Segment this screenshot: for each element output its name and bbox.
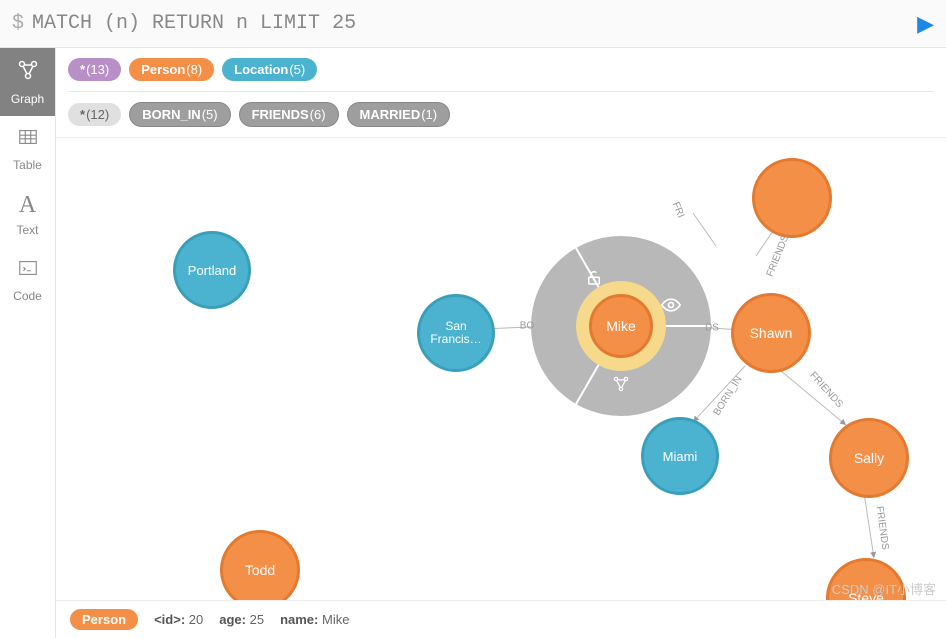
edge-label-friends-top: FRIENDS [765,234,792,279]
edge-label-bo: BO [520,321,534,332]
node-shawn[interactable]: Shawn [731,293,811,373]
expand-icon[interactable] [611,374,631,400]
graph-canvas[interactable]: Portland San Francis… [56,137,946,638]
node-miami[interactable]: Miami [641,417,719,495]
sidebar-label-graph: Graph [11,92,44,106]
node-mike[interactable]: Mike [589,294,653,358]
node-portland[interactable]: Portland [173,231,251,309]
detail-age-val: 25 [250,612,264,627]
query-text[interactable]: MATCH (n) RETURN n LIMIT 25 [32,12,917,35]
detail-label[interactable]: Person [70,609,138,630]
node-ring-mike[interactable]: Mike [531,236,711,416]
rel-born-in[interactable]: BORN_IN(5) [129,102,230,127]
detail-bar: Person <id>: 20 age: 25 name: Mike [56,600,946,638]
node-todd[interactable]: Todd [220,530,300,610]
rel-married[interactable]: MARRIED(1) [347,102,451,127]
sidebar-label-table: Table [13,158,42,172]
query-prompt: $ [12,12,24,35]
watermark: CSDN @IT小博客 [832,579,936,598]
sidebar: Graph Table A Text Code [0,48,56,638]
rel-friends[interactable]: FRIENDS(6) [239,102,339,127]
edge-label-friends-mid: FRIENDS [873,505,890,550]
text-icon: A [19,192,36,219]
detail-id-val: 20 [189,612,203,627]
query-bar: $ MATCH (n) RETURN n LIMIT 25 ▶ [0,0,946,48]
sidebar-item-code[interactable]: Code [0,247,55,313]
detail-name-val: Mike [322,612,349,627]
edge-label-friends-right: FRIENDS [807,370,845,410]
edge-label-ds: DS [705,323,719,334]
node-sanfrancisco[interactable]: San Francis… [417,294,495,372]
sidebar-item-table[interactable]: Table [0,116,55,182]
node-sally[interactable]: Sally [829,418,909,498]
sidebar-label-text: Text [16,223,38,237]
sidebar-label-code: Code [13,289,42,303]
node-offscreen-top[interactable] [752,158,832,238]
rel-labels-row: *(12) BORN_IN(5) FRIENDS(6) MARRIED(1) [56,92,946,137]
node-labels-row: *(13) Person(8) Location(5) [56,48,946,91]
graph-icon [16,58,40,88]
label-all-nodes[interactable]: *(13) [68,58,121,81]
rel-all[interactable]: *(12) [68,103,121,126]
detail-name-key: name: [280,612,318,627]
label-location[interactable]: Location(5) [222,58,317,81]
sidebar-item-text[interactable]: A Text [0,182,55,247]
sidebar-item-graph[interactable]: Graph [0,48,55,116]
table-icon [17,126,39,154]
code-icon [17,257,39,285]
detail-id-key: <id>: [154,612,185,627]
edge-label-fri: FRI [670,200,686,219]
play-icon[interactable]: ▶ [917,11,934,37]
edge-label-born-in: BORN_IN [712,374,745,418]
detail-age-key: age: [219,612,246,627]
label-person[interactable]: Person(8) [129,58,214,81]
